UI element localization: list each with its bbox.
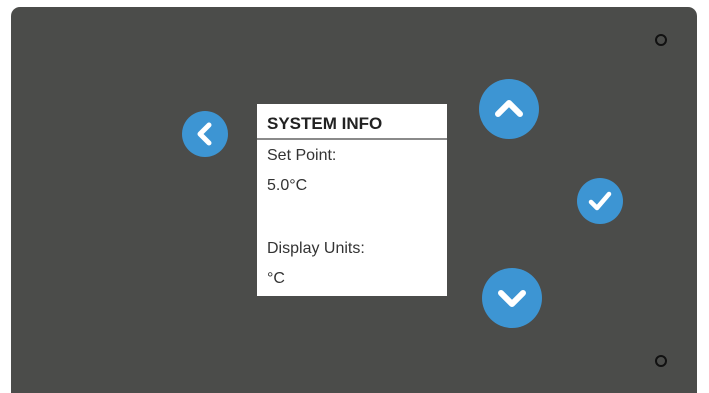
display-screen: SYSTEM INFO Set Point: 5.0°C Display Uni… xyxy=(257,104,447,296)
chevron-up-icon xyxy=(495,100,523,117)
screw-bottom xyxy=(655,355,667,367)
screen-divider xyxy=(257,138,447,140)
confirm-button[interactable] xyxy=(577,178,623,224)
up-button[interactable] xyxy=(479,79,539,139)
down-button[interactable] xyxy=(482,268,542,328)
chevron-down-icon xyxy=(498,290,526,307)
chevron-left-icon xyxy=(197,122,212,146)
screw-top xyxy=(655,34,667,46)
set-point-label: Set Point: xyxy=(267,147,337,164)
screen-title: SYSTEM INFO xyxy=(267,114,383,133)
display-units-label: Display Units: xyxy=(267,240,365,257)
back-button[interactable] xyxy=(182,111,228,157)
set-point-value: 5.0°C xyxy=(267,177,308,194)
controller-panel: SYSTEM INFO Set Point: 5.0°C Display Uni… xyxy=(11,7,697,393)
display-units-value: °C xyxy=(267,270,285,287)
checkmark-icon xyxy=(588,191,612,211)
